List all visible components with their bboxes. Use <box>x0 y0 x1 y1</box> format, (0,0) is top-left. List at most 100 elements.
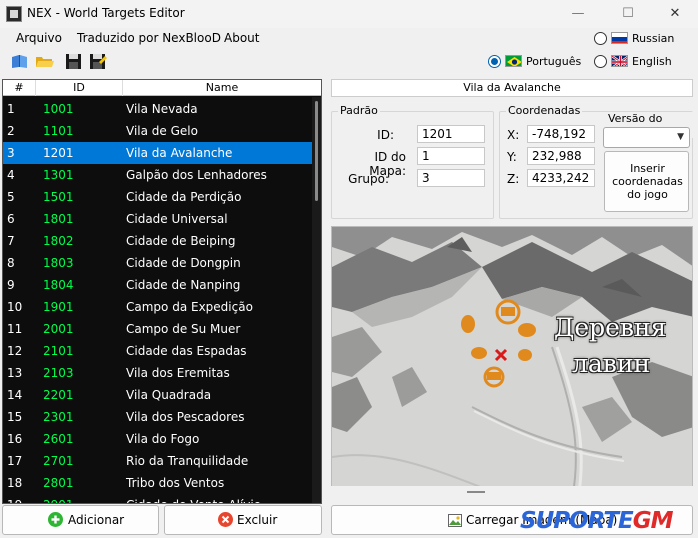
save-icon[interactable] <box>64 52 84 70</box>
table-row[interactable]: 2 1101 Vila de Gelo <box>3 120 312 142</box>
row-number: 9 <box>7 278 15 292</box>
targets-list[interactable]: # ID Name 1 1001 Vila Nevada 2 1101 Vila de G… <box>2 79 322 504</box>
id-label: ID: <box>377 128 394 142</box>
open-folder-icon[interactable] <box>35 52 55 70</box>
row-name: Campo da Expedição <box>126 300 253 314</box>
table-row[interactable]: 10 1901 Campo da Expedição <box>3 296 312 318</box>
window-title: NEX - World Targets Editor <box>27 6 185 20</box>
maximize-button[interactable]: ☐ <box>605 2 651 26</box>
map-label-line2: лавин <box>572 349 651 378</box>
row-id: 2801 <box>43 476 74 490</box>
table-row[interactable]: 17 2701 Rio da Tranquilidade <box>3 450 312 472</box>
row-name: Rio da Tranquilidade <box>126 454 249 468</box>
row-id: 2901 <box>43 494 74 503</box>
table-row[interactable]: 8 1803 Cidade de Dongpin <box>3 252 312 274</box>
close-button[interactable]: ✕ <box>652 2 698 26</box>
row-name: Cidade do Vento Alívio <box>126 494 261 503</box>
row-name: Cidade da Perdição <box>126 190 242 204</box>
table-row[interactable]: 19 2901 Cidade do Vento Alívio <box>3 494 312 503</box>
save-as-icon[interactable] <box>88 52 108 70</box>
row-number: 2 <box>7 124 15 138</box>
table-row[interactable]: 15 2301 Vila dos Pescadores <box>3 406 312 428</box>
house-marker-icon <box>495 299 521 325</box>
row-number: 18 <box>7 476 23 490</box>
table-row[interactable]: 5 1501 Cidade da Perdição <box>3 186 312 208</box>
portuguese-radio[interactable] <box>488 55 501 68</box>
table-row[interactable]: 4 1301 Galpão dos Lenhadores <box>3 164 312 186</box>
y-field[interactable]: 232,988 <box>527 147 595 165</box>
row-name: Cidade de Dongpin <box>126 256 241 270</box>
row-id: 2201 <box>43 388 74 402</box>
row-name: Cidade de Nanping <box>126 278 241 292</box>
table-row[interactable]: 12 2101 Cidade das Espadas <box>3 340 312 362</box>
table-row[interactable]: 16 2601 Vila do Fogo <box>3 428 312 450</box>
menu-traduzido[interactable]: Traduzido por NexBlooD <box>77 31 221 45</box>
list-rows: 1 1001 Vila Nevada 2 1101 Vila de Gelo 3 1201 Vi… <box>3 98 312 503</box>
table-row[interactable]: 7 1802 Cidade de Beiping <box>3 230 312 252</box>
row-id: 1803 <box>43 256 74 270</box>
add-icon <box>48 512 63 527</box>
row-name: Vila dos Pescadores <box>126 410 245 424</box>
table-row[interactable]: 11 2001 Campo de Su Muer <box>3 318 312 340</box>
watermark-part2: GM <box>632 508 674 534</box>
id-field[interactable]: 1201 <box>417 125 485 143</box>
table-row[interactable]: 18 2801 Tribo dos Ventos <box>3 472 312 494</box>
english-radio[interactable] <box>594 55 607 68</box>
row-id: 2701 <box>43 454 74 468</box>
row-number: 1 <box>7 102 15 116</box>
row-id: 1001 <box>43 102 74 116</box>
map-label-line1: Деревня <box>554 313 667 342</box>
open-book-icon[interactable] <box>10 52 30 70</box>
table-row[interactable]: 6 1801 Cidade Universal <box>3 208 312 230</box>
row-number: 7 <box>7 234 15 248</box>
header-num[interactable]: # <box>3 80 36 96</box>
table-row[interactable]: 13 2103 Vila dos Eremitas <box>3 362 312 384</box>
z-label: Z: <box>507 172 520 186</box>
group-label: Grupo: <box>348 172 389 186</box>
row-number: 14 <box>7 388 23 402</box>
row-number: 15 <box>7 410 23 424</box>
map-id-field[interactable]: 1 <box>417 147 485 165</box>
x-field[interactable]: -748,192 <box>527 125 595 143</box>
house-marker-icon <box>518 323 536 337</box>
map-scrollbar[interactable] <box>331 486 693 498</box>
english-label: English <box>632 55 672 68</box>
table-row[interactable]: 3 1201 Vila da Avalanche <box>3 142 312 164</box>
z-field[interactable]: 4233,242 <box>527 169 595 187</box>
map-view[interactable]: Деревня лавин <box>331 226 693 498</box>
coords-title: Coordenadas <box>506 104 583 117</box>
app-icon <box>6 6 22 22</box>
delete-button[interactable]: Excluir <box>164 505 322 535</box>
minimize-button[interactable]: — <box>555 2 601 26</box>
row-number: 12 <box>7 344 23 358</box>
menu-about[interactable]: About <box>224 31 259 45</box>
russian-radio[interactable] <box>594 32 607 45</box>
row-number: 6 <box>7 212 15 226</box>
menu-arquivo[interactable]: Arquivo <box>16 31 62 45</box>
group-field[interactable]: 3 <box>417 169 485 187</box>
client-version-select[interactable]: ▼ <box>603 127 690 148</box>
insert-coords-button[interactable]: Inserir coordenadas do jogo <box>604 151 689 212</box>
add-button[interactable]: Adicionar <box>2 505 159 535</box>
list-scroll-thumb[interactable] <box>315 101 318 201</box>
row-id: 2301 <box>43 410 74 424</box>
table-row[interactable]: 9 1804 Cidade de Nanping <box>3 274 312 296</box>
padrao-title: Padrão <box>338 104 380 117</box>
row-name: Vila de Gelo <box>126 124 198 138</box>
list-scrollbar[interactable] <box>312 97 321 503</box>
row-id: 1201 <box>43 146 74 160</box>
row-number: 16 <box>7 432 23 446</box>
map-scroll-thumb[interactable] <box>467 491 485 493</box>
row-name: Cidade das Espadas <box>126 344 247 358</box>
house-marker-icon <box>483 366 505 388</box>
brazil-flag-icon <box>505 55 522 67</box>
header-name[interactable]: Name <box>123 80 321 96</box>
row-number: 10 <box>7 300 23 314</box>
row-number: 11 <box>7 322 23 336</box>
table-row[interactable]: 1 1001 Vila Nevada <box>3 98 312 120</box>
table-row[interactable]: 14 2201 Vila Quadrada <box>3 384 312 406</box>
header-id[interactable]: ID <box>36 80 123 96</box>
russia-flag-icon <box>611 32 628 44</box>
row-name: Vila dos Eremitas <box>126 366 230 380</box>
row-number: 3 <box>7 146 15 160</box>
